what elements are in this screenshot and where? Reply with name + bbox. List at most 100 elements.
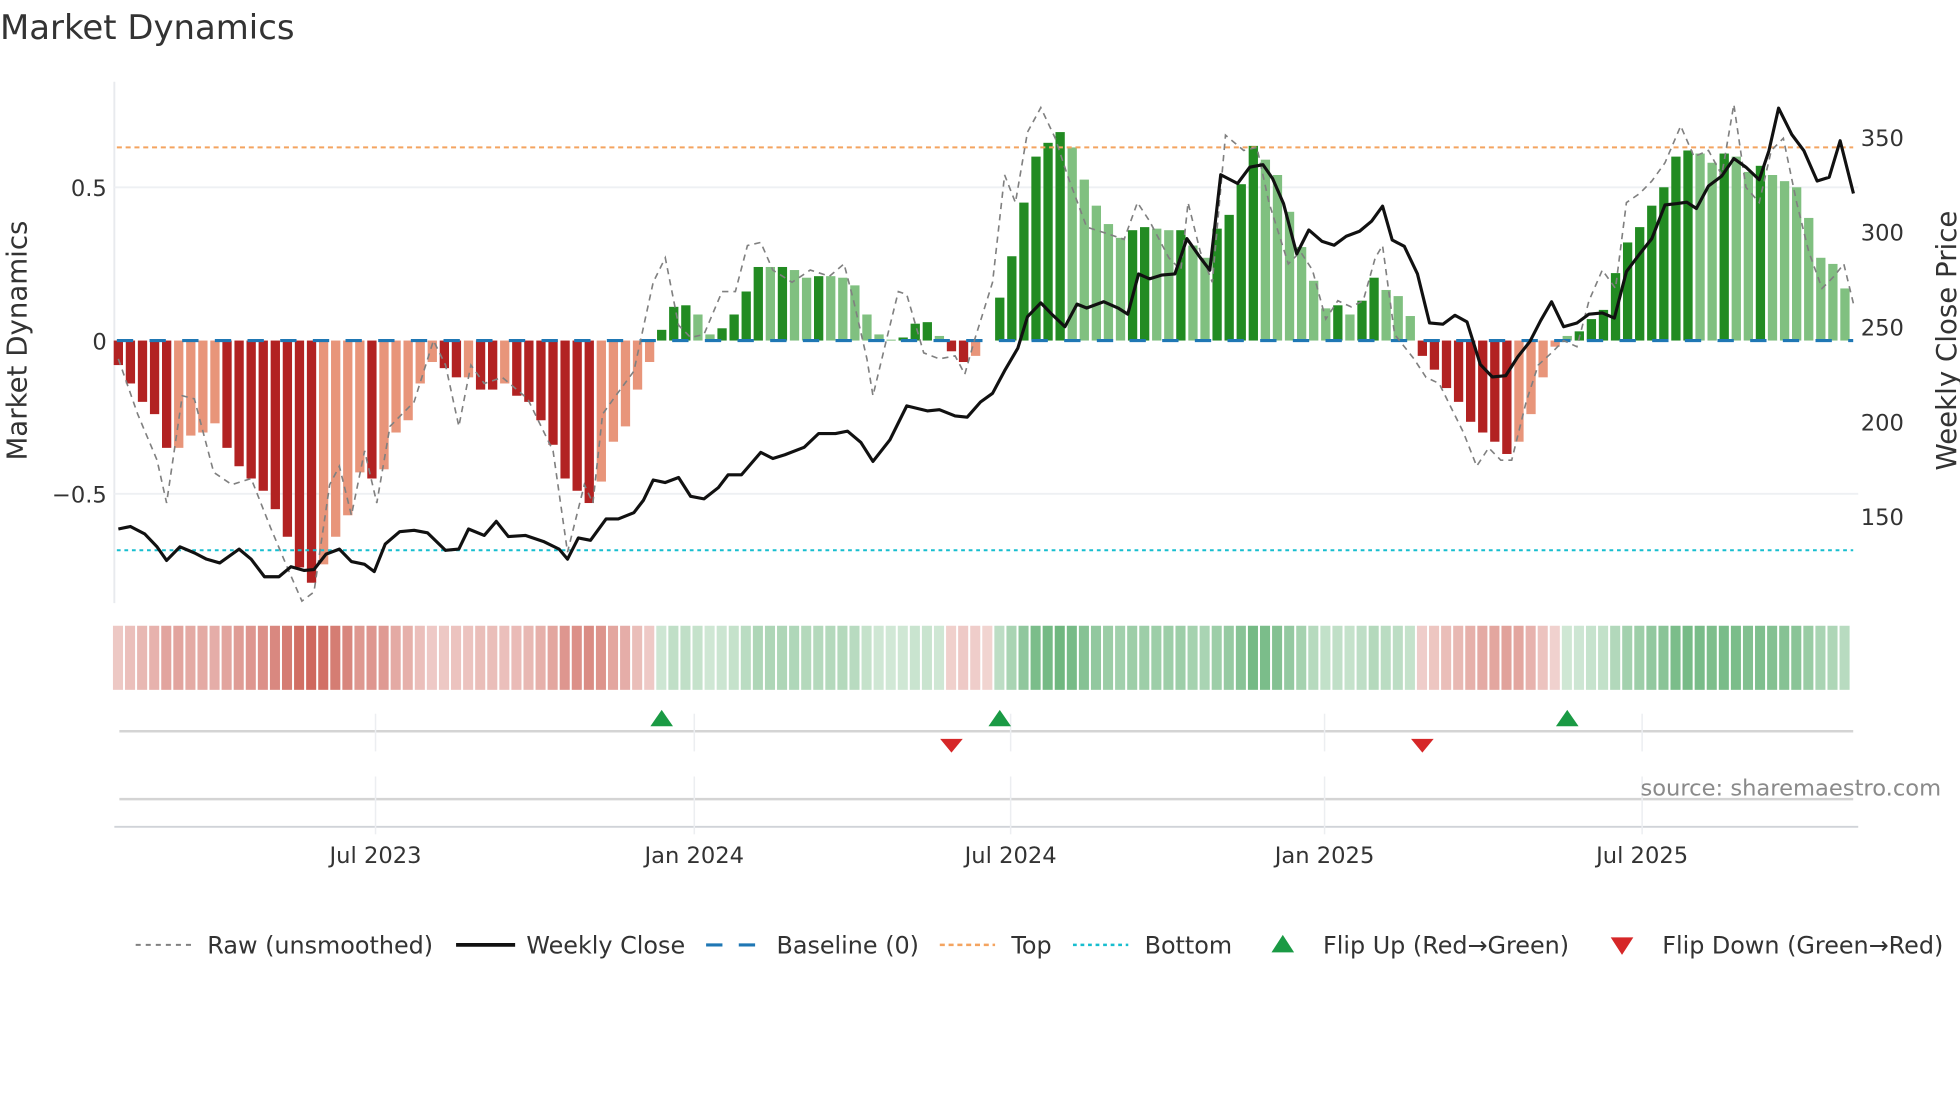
- heat-cell: [1127, 625, 1138, 690]
- heat-cell: [161, 625, 172, 690]
- heat-cell: [958, 625, 969, 690]
- heat-cell: [1344, 625, 1355, 690]
- dynamics-bar: [162, 340, 172, 448]
- heat-cell: [499, 625, 510, 690]
- heat-cell: [1477, 625, 1488, 690]
- heat-cell: [825, 625, 836, 690]
- x-tick-label: Jul 2023: [328, 843, 422, 869]
- heat-cell: [752, 625, 763, 690]
- dynamics-bar: [1755, 165, 1766, 341]
- dynamics-bar: [1429, 340, 1440, 370]
- heat-cell: [426, 625, 437, 690]
- dynamics-bar: [1140, 227, 1150, 341]
- heat-cell: [1429, 625, 1440, 690]
- dynamics-bar: [391, 340, 401, 433]
- dynamics-bar: [1683, 150, 1693, 341]
- y2-tick-label: 350: [1861, 126, 1904, 152]
- legend-top-label: Top: [1010, 932, 1051, 960]
- heat-cell: [330, 625, 341, 690]
- heat-cell: [294, 625, 305, 690]
- heat-cell: [463, 625, 474, 690]
- dynamics-bar: [995, 297, 1005, 341]
- heat-cell: [1356, 625, 1367, 690]
- dynamics-bar: [186, 340, 196, 436]
- market-dynamics-chart: Market Dynamics 0.5 0 −0.5 350 300 250 200 150…: [0, 8, 1960, 960]
- dynamics-bar: [174, 340, 184, 448]
- heat-cell: [354, 625, 365, 690]
- dynamics-bar: [1164, 230, 1174, 341]
- heat-cell: [414, 625, 425, 690]
- heat-cell: [1332, 625, 1343, 690]
- dynamics-bar: [379, 340, 389, 470]
- dynamics-bar: [355, 340, 365, 473]
- dynamics-bar: [838, 277, 848, 341]
- heat-cell: [1730, 625, 1741, 690]
- heat-cell: [511, 625, 522, 690]
- heat-cell: [946, 625, 957, 690]
- dynamics-bar: [1224, 214, 1234, 341]
- dynamics-bar: [258, 340, 268, 491]
- dynamics-bar: [1707, 162, 1717, 341]
- dynamics-bar: [1321, 308, 1331, 341]
- heat-cell: [1380, 625, 1391, 690]
- heat-cell: [632, 625, 643, 690]
- heat-cell: [764, 625, 776, 690]
- heat-cell: [1779, 625, 1790, 690]
- dynamics-bar: [922, 322, 932, 341]
- heat-cell: [1151, 625, 1162, 690]
- heat-cell: [656, 625, 667, 690]
- heat-cell: [1139, 625, 1150, 690]
- dynamics-bar: [632, 340, 643, 390]
- dynamics-bar: [548, 340, 558, 445]
- y-tick-label: −0.5: [52, 483, 107, 509]
- dynamics-bar: [451, 340, 462, 378]
- dynamics-bar: [560, 340, 570, 479]
- heat-cell: [1066, 625, 1077, 690]
- heat-cell: [1187, 625, 1198, 690]
- dynamics-bar: [1333, 305, 1343, 341]
- heat-cell: [1658, 625, 1669, 690]
- dynamics-bar: [1526, 340, 1536, 415]
- dynamics-bar: [282, 340, 293, 537]
- heat-cell: [185, 625, 196, 690]
- heat-cell: [970, 625, 981, 690]
- dynamics-bar: [367, 340, 377, 479]
- dynamics-bar: [1816, 257, 1826, 341]
- heat-cell: [1042, 625, 1053, 690]
- dynamics-bar: [826, 276, 836, 341]
- heat-cell: [451, 625, 462, 690]
- dynamics-bar: [946, 340, 957, 352]
- dynamics-bar: [1478, 340, 1488, 433]
- heat-cell: [849, 625, 860, 690]
- dynamics-bar: [306, 340, 317, 583]
- left-axis-title: Market Dynamics: [0, 221, 33, 461]
- heat-cell: [1308, 625, 1319, 690]
- dynamics-bar: [536, 340, 546, 421]
- y2-tick-label: 150: [1861, 505, 1904, 531]
- right-y-ticks: 350 300 250 200 150: [1861, 126, 1904, 531]
- dynamics-bar: [1490, 340, 1500, 442]
- heat-cell: [390, 625, 401, 690]
- heat-cell: [789, 625, 800, 690]
- heat-cell: [1561, 625, 1572, 690]
- heat-cell: [173, 625, 184, 690]
- heat-cell: [402, 625, 413, 690]
- heat-cell: [1392, 625, 1403, 690]
- dynamics-bar: [1671, 156, 1681, 341]
- right-axis-title: Weekly Close Price: [1930, 211, 1960, 471]
- dynamics-bar: [741, 291, 751, 341]
- dynamics-bar: [729, 314, 739, 341]
- heat-cell: [1598, 625, 1609, 690]
- heat-cell: [1718, 625, 1729, 690]
- dynamics-bar: [1466, 340, 1476, 422]
- dynamics-bar: [1079, 179, 1089, 341]
- dynamics-bar: [1055, 132, 1065, 341]
- heat-cell: [1585, 625, 1597, 690]
- heat-cell: [1247, 625, 1258, 690]
- dynamics-bar: [1635, 227, 1645, 341]
- flip-up-marker-icon: [1555, 709, 1579, 727]
- heat-cell: [1416, 625, 1428, 690]
- dynamics-bar: [125, 340, 136, 384]
- heat-cell: [1501, 625, 1512, 690]
- heat-cell: [873, 625, 884, 690]
